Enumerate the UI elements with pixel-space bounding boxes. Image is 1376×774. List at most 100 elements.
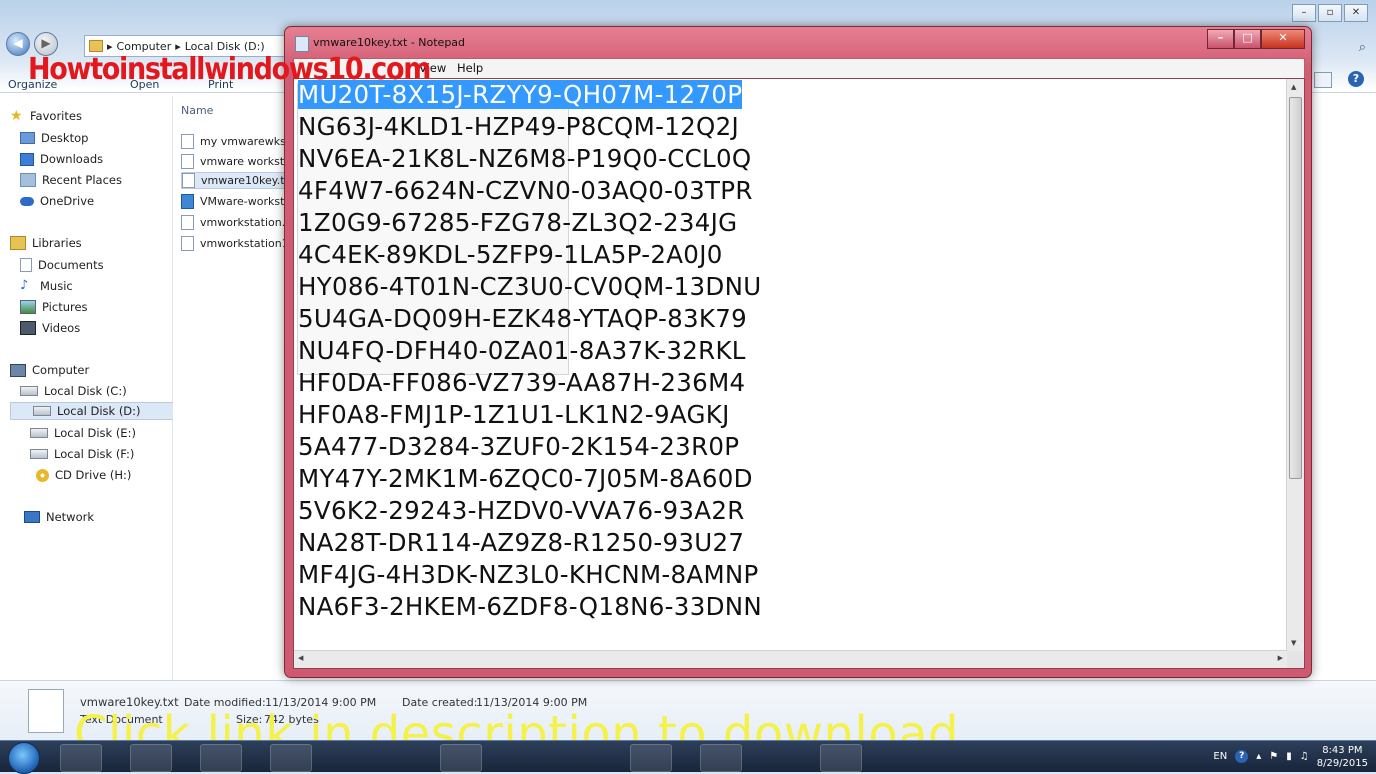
file-row-selected[interactable]: vmware10key.tx	[181, 172, 295, 189]
vertical-scrollbar[interactable]: ▲ ▼	[1286, 79, 1304, 651]
nav-local-disk-e[interactable]: Local Disk (E:)	[30, 426, 136, 440]
maximize-button[interactable]: □	[1234, 29, 1261, 49]
taskbar-app-button[interactable]	[440, 744, 482, 772]
menu-bar: View Help	[293, 58, 1305, 79]
key-line[interactable]: 5V6K2-29243-HZDV0-VVA76-93A2R	[298, 496, 762, 528]
network-signal-icon[interactable]: ▮	[1286, 751, 1292, 762]
nav-label: Network	[46, 510, 95, 524]
breadcrumb-separator-icon: ▸	[107, 39, 113, 53]
nav-cd-drive-h[interactable]: CD Drive (H:)	[36, 468, 131, 482]
key-line[interactable]: NV6EA-21K8L-NZ6M8-P19Q0-CCL0Q	[298, 144, 762, 176]
nav-favorites[interactable]: ★ Favorites	[10, 109, 82, 123]
nav-label: Local Disk (D:)	[57, 404, 141, 418]
explorer-caption-buttons: – ▫ ✕	[1292, 4, 1368, 22]
flag-icon[interactable]: ⚑	[1269, 751, 1278, 762]
file-row[interactable]: VMware-workst	[181, 194, 293, 209]
nav-documents[interactable]: Documents	[20, 258, 104, 272]
taskbar-app-button[interactable]	[270, 744, 312, 772]
menu-help[interactable]: Help	[457, 61, 483, 75]
close-button[interactable]: ✕	[1261, 29, 1305, 49]
key-line[interactable]: NG63J-4KLD1-HZP49-P8CQM-12Q2J	[298, 112, 762, 144]
key-text: 5A477-D3284-3ZUF0-2K154-23R0P	[298, 432, 740, 461]
nav-music[interactable]: ♪ Music	[20, 279, 73, 293]
cloud-icon	[20, 196, 34, 206]
breadcrumb-computer[interactable]: Computer	[117, 40, 172, 53]
key-text: MF4JG-4H3DK-NZ3L0-KHCNM-8AMNP	[298, 560, 759, 589]
key-line[interactable]: HF0A8-FMJ1P-1Z1U1-LK1N2-9AGKJ	[298, 400, 762, 432]
key-line[interactable]: 4C4EK-89KDL-5ZFP9-1LA5P-2A0J0	[298, 240, 762, 272]
text-file-icon	[181, 236, 194, 251]
key-line[interactable]: 4F4W7-6624N-CZVN0-03AQ0-03TPR	[298, 176, 762, 208]
nav-onedrive[interactable]: OneDrive	[20, 194, 94, 208]
key-text: 4F4W7-6624N-CZVN0-03AQ0-03TPR	[298, 176, 753, 205]
nav-network[interactable]: Network	[24, 510, 94, 524]
key-line[interactable]: NA28T-DR114-AZ9Z8-R1250-93U27	[298, 528, 762, 560]
nav-computer[interactable]: Computer	[10, 363, 89, 377]
breadcrumb-local-disk-d[interactable]: Local Disk (D:)	[185, 40, 265, 53]
nav-downloads[interactable]: Downloads	[20, 152, 103, 166]
scroll-right-icon[interactable]: ▶	[1278, 654, 1283, 662]
key-line[interactable]: MF4JG-4H3DK-NZ3L0-KHCNM-8AMNP	[298, 560, 762, 592]
text-editor[interactable]: MU20T-8X15J-RZYY9-QH07M-1270P NG63J-4KLD1…	[293, 78, 1305, 669]
minimize-button[interactable]: –	[1207, 29, 1234, 49]
column-header-name[interactable]: Name	[181, 104, 213, 117]
taskbar-app-button[interactable]	[820, 744, 862, 772]
key-line[interactable]: HF0DA-FF086-VZ739-AA87H-236M4	[298, 368, 762, 400]
file-row[interactable]: vmworkstation1	[181, 236, 293, 251]
taskbar-app-button[interactable]	[700, 744, 742, 772]
music-note-icon: ♪	[20, 278, 29, 293]
taskbar-app-button[interactable]	[630, 744, 672, 772]
explorer-maximize-button[interactable]: ▫	[1318, 4, 1342, 22]
text-file-icon	[181, 134, 194, 149]
file-name: my vmwarewks	[200, 135, 286, 148]
nav-videos[interactable]: Videos	[20, 321, 80, 335]
nav-label: Local Disk (F:)	[54, 447, 135, 461]
scrollbar-thumb[interactable]	[1289, 97, 1302, 479]
nav-label: Computer	[32, 363, 90, 377]
horizontal-scrollbar[interactable]: ◀ ▶	[294, 650, 1287, 668]
key-line[interactable]: 1Z0G9-67285-FZG78-ZL3Q2-234JG	[298, 208, 762, 240]
nav-desktop[interactable]: Desktop	[20, 131, 88, 145]
key-text: NA6F3-2HKEM-6ZDF8-Q18N6-33DNN	[298, 592, 762, 621]
taskbar-app-button[interactable]	[60, 744, 102, 772]
language-indicator[interactable]: EN	[1213, 751, 1227, 762]
help-icon[interactable]: ?	[1235, 750, 1249, 763]
system-tray: EN ? ▴ ⚑ ▮ ♫ 8:43 PM 8/29/2015	[1213, 741, 1368, 772]
hard-drive-icon	[30, 449, 48, 459]
nav-label: Local Disk (E:)	[54, 426, 136, 440]
tray-chevron-icon[interactable]: ▴	[1256, 751, 1261, 762]
file-row[interactable]: vmworkstation.	[181, 215, 293, 230]
nav-pictures[interactable]: Pictures	[20, 300, 88, 314]
nav-label: Favorites	[30, 109, 82, 123]
volume-icon[interactable]: ♫	[1300, 751, 1309, 762]
key-text: 4C4EK-89KDL-5ZFP9-1LA5P-2A0J0	[298, 240, 723, 269]
key-line[interactable]: 5A477-D3284-3ZUF0-2K154-23R0P	[298, 432, 762, 464]
scroll-down-icon[interactable]: ▼	[1291, 639, 1296, 647]
file-name: vmworkstation.	[200, 216, 286, 229]
key-line[interactable]: 5U4GA-DQ09H-EZK48-YTAQP-83K79	[298, 304, 762, 336]
size-grip[interactable]	[1287, 651, 1304, 668]
nav-local-disk-f[interactable]: Local Disk (F:)	[30, 447, 134, 461]
scroll-up-icon[interactable]: ▲	[1291, 83, 1296, 91]
explorer-close-button[interactable]: ✕	[1344, 4, 1368, 22]
key-line[interactable]: NA6F3-2HKEM-6ZDF8-Q18N6-33DNN	[298, 592, 762, 624]
key-line[interactable]: NU4FQ-DFH40-0ZA01-8A37K-32RKL	[298, 336, 762, 368]
clock[interactable]: 8:43 PM 8/29/2015	[1317, 744, 1368, 770]
key-line[interactable]: MY47Y-2MK1M-6ZQC0-7J05M-8A60D	[298, 464, 762, 496]
explorer-minimize-button[interactable]: –	[1292, 4, 1316, 22]
key-text: 5U4GA-DQ09H-EZK48-YTAQP-83K79	[298, 304, 748, 333]
file-row[interactable]: my vmwarewks	[181, 134, 293, 149]
start-button[interactable]	[8, 742, 40, 774]
search-icon[interactable]: ⌕	[1359, 40, 1366, 55]
key-text: HF0DA-FF086-VZ739-AA87H-236M4	[298, 368, 746, 397]
nav-recent-places[interactable]: Recent Places	[20, 173, 122, 187]
file-row[interactable]: vmware workst	[181, 154, 293, 169]
nav-local-disk-c[interactable]: Local Disk (C:)	[20, 384, 127, 398]
nav-libraries[interactable]: Libraries	[10, 236, 82, 250]
taskbar-app-button[interactable]	[200, 744, 242, 772]
scroll-left-icon[interactable]: ◀	[298, 654, 303, 662]
taskbar-app-button[interactable]	[130, 744, 172, 772]
back-button[interactable]: ◀	[6, 32, 30, 56]
documents-icon	[20, 258, 32, 272]
key-line[interactable]: HY086-4T01N-CZ3U0-CV0QM-13DNU	[298, 272, 762, 304]
